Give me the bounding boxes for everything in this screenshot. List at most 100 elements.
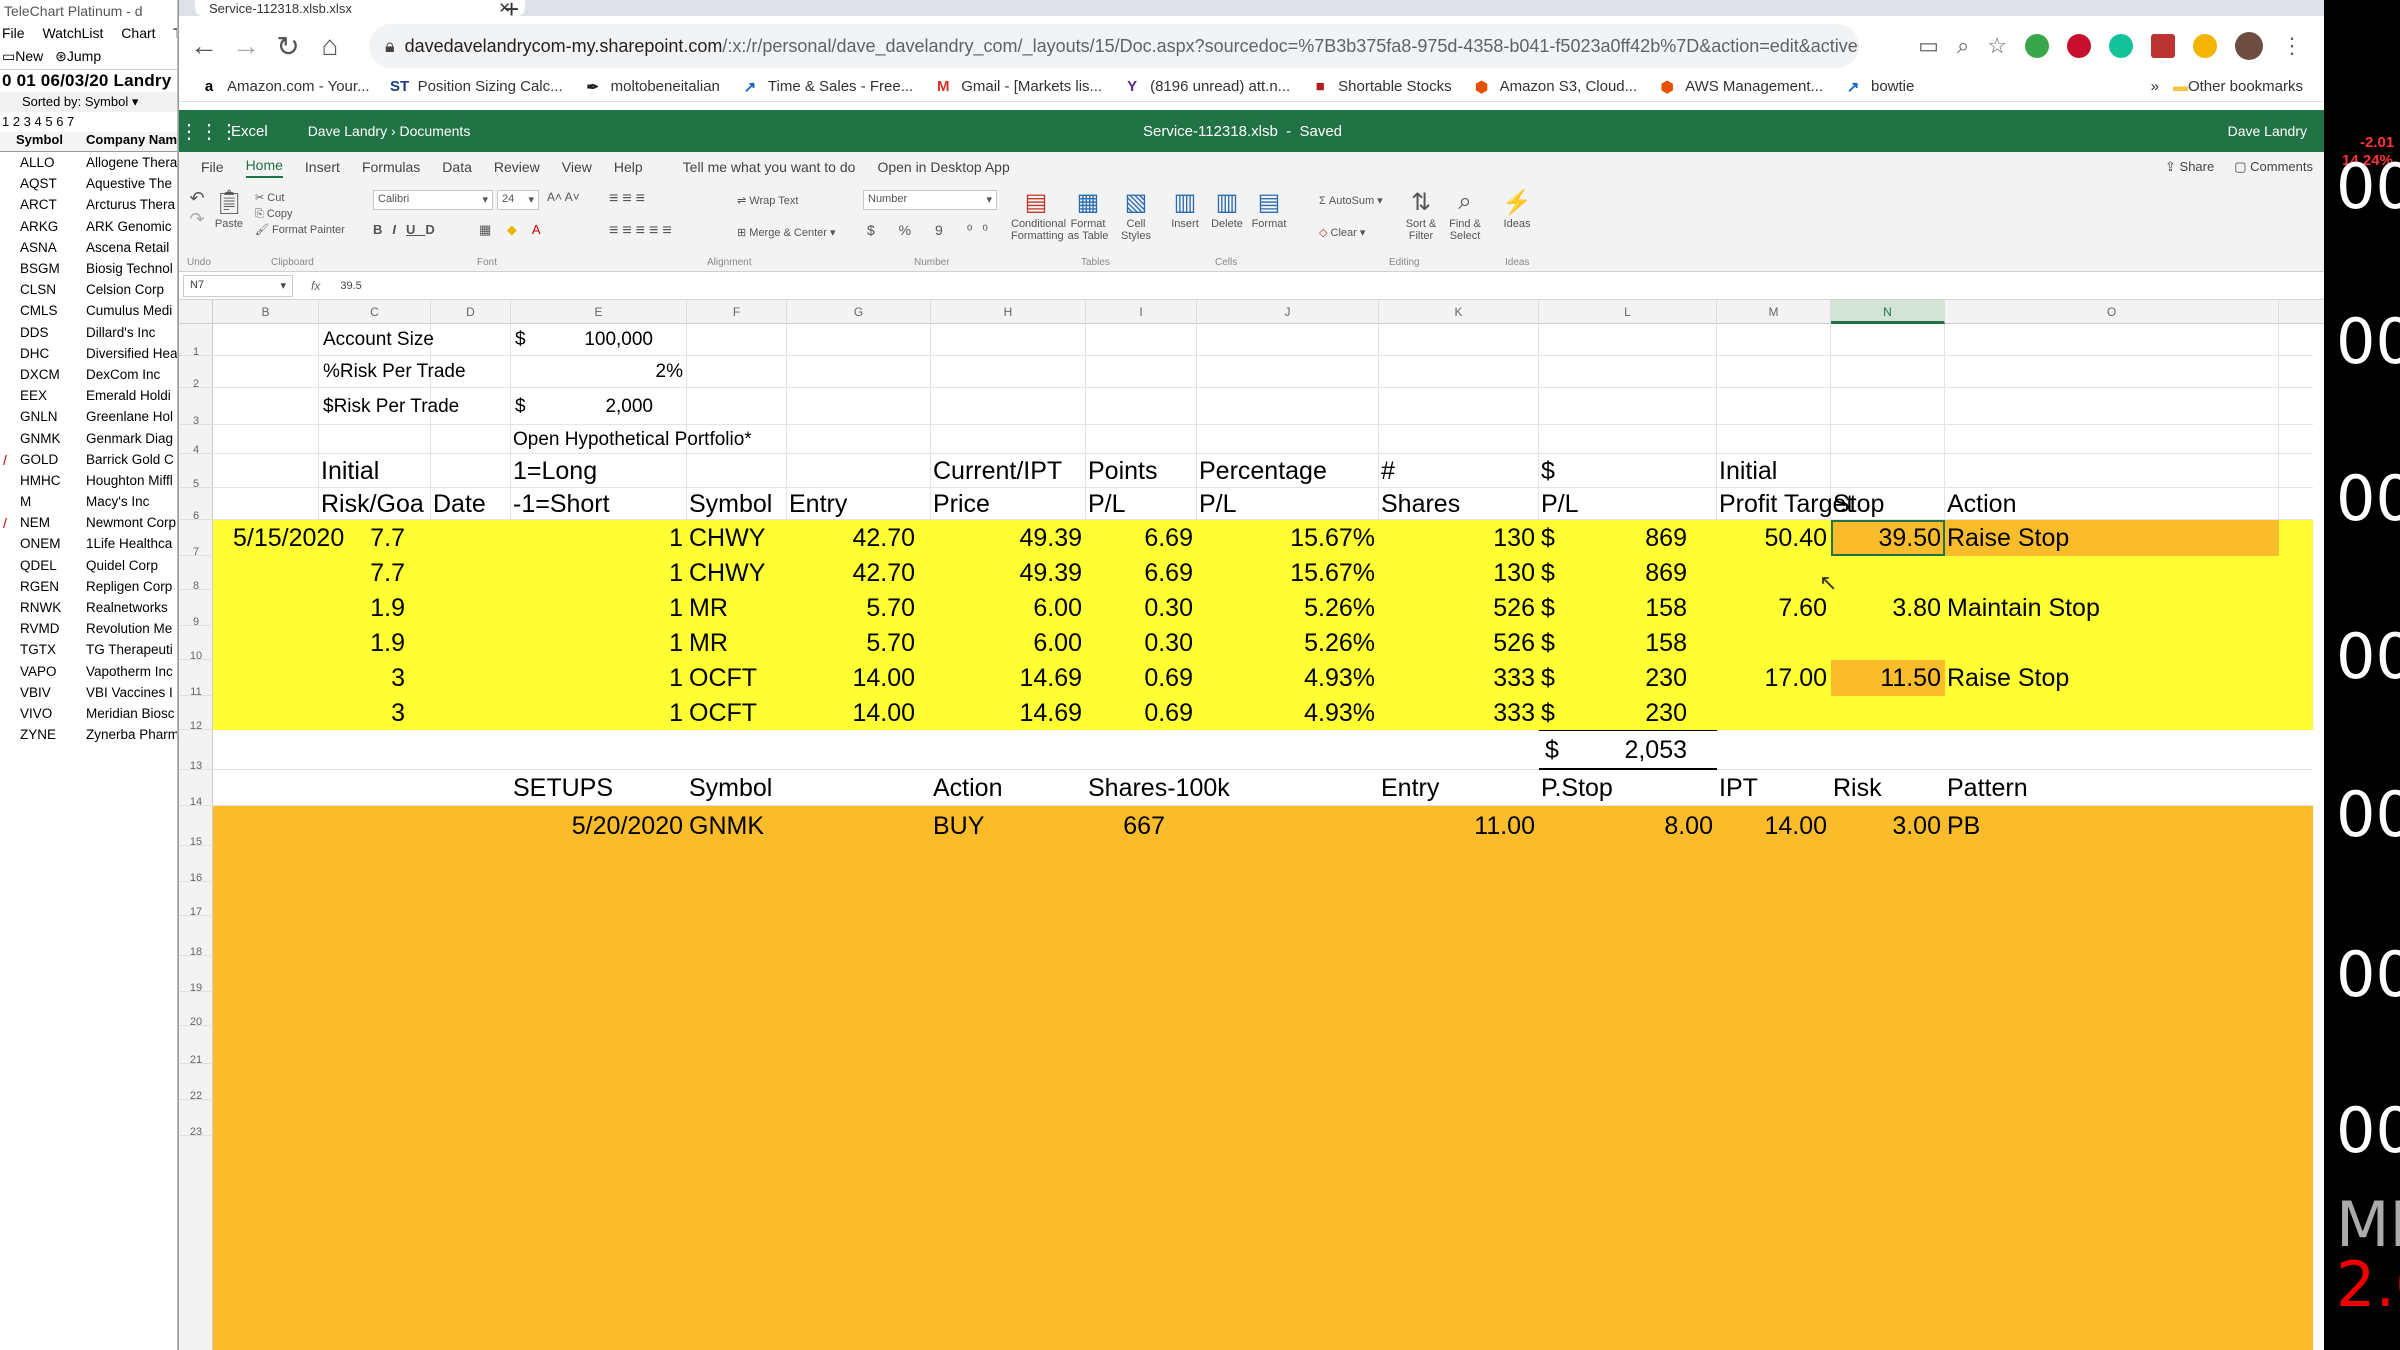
- watchlist-row[interactable]: ARKG ARK Genomic: [0, 216, 177, 237]
- grammarly-extension-icon[interactable]: [2109, 34, 2133, 58]
- position-action[interactable]: Raise Stop: [1947, 520, 2069, 556]
- row-header[interactable]: 4: [179, 425, 213, 456]
- column-header-i[interactable]: I: [1086, 300, 1197, 324]
- column-header-e[interactable]: E: [511, 300, 687, 324]
- position-action[interactable]: Maintain Stop: [1947, 590, 2100, 626]
- setups-header[interactable]: Risk: [1833, 770, 1882, 806]
- watchlist-row[interactable]: GNLN Greenlane Hol: [0, 406, 177, 427]
- header-row5[interactable]: Initial: [321, 454, 379, 488]
- position-symbol[interactable]: OCFT: [689, 660, 757, 696]
- telechart-menu-watchlist[interactable]: WatchList: [42, 25, 103, 41]
- header-row6[interactable]: Entry: [789, 488, 847, 520]
- setup-risk[interactable]: 3.00: [1831, 806, 1941, 846]
- header-row5[interactable]: $: [1541, 454, 1555, 488]
- position-percent[interactable]: 4.93%: [1197, 696, 1375, 730]
- bookmark-item[interactable]: ✒ moltobeneitalian: [583, 78, 720, 96]
- position-direction[interactable]: 1: [511, 696, 683, 730]
- column-header-d[interactable]: D: [431, 300, 511, 324]
- position-price[interactable]: 6.00: [931, 626, 1082, 660]
- position-pl[interactable]: 230: [1539, 660, 1687, 696]
- row-header[interactable]: 5: [179, 454, 213, 490]
- setup-shares[interactable]: 667: [1086, 806, 1165, 846]
- position-pl[interactable]: 158: [1539, 590, 1687, 626]
- watchlist-row[interactable]: M Macy's Inc: [0, 491, 177, 512]
- position-pl[interactable]: 158: [1539, 626, 1687, 660]
- breadcrumb[interactable]: Dave Landry › Documents: [308, 123, 471, 139]
- position-pl[interactable]: 230: [1539, 696, 1687, 730]
- position-percent[interactable]: 4.93%: [1197, 660, 1375, 696]
- watchlist-row[interactable]: DHC Diversified Hea: [0, 343, 177, 364]
- position-price[interactable]: 6.00: [931, 590, 1082, 626]
- position-price[interactable]: 14.69: [931, 660, 1082, 696]
- position-risk[interactable]: 7.7: [319, 556, 405, 590]
- watchlist-row[interactable]: VAPO Vapotherm Inc: [0, 661, 177, 682]
- autosum-button[interactable]: Σ AutoSum ▾: [1319, 194, 1383, 207]
- chevron-right-icon[interactable]: »: [2151, 78, 2159, 95]
- cell-styles-button[interactable]: ▧ Cell Styles: [1115, 188, 1157, 242]
- font-size-grow-icon[interactable]: A˄ A˅: [547, 190, 580, 204]
- number-format-dropdown[interactable]: Number ▾: [863, 190, 997, 210]
- user-name[interactable]: Dave Landry: [2228, 123, 2307, 139]
- position-entry[interactable]: 42.70: [787, 520, 915, 556]
- position-symbol[interactable]: OCFT: [689, 696, 757, 730]
- position-points[interactable]: 0.30: [1086, 590, 1193, 626]
- row-header[interactable]: 7: [179, 520, 213, 558]
- find-select-button[interactable]: ⌕ Find & Select: [1443, 188, 1487, 242]
- header-row6[interactable]: P/L: [1088, 488, 1126, 520]
- watchlist-row[interactable]: ASNA Ascena Retail: [0, 237, 177, 258]
- row-header[interactable]: 22: [179, 1064, 213, 1102]
- watchlist-row[interactable]: ARCT Arcturus Thera: [0, 194, 177, 215]
- position-stop[interactable]: 3.80: [1831, 590, 1941, 626]
- account-size-label[interactable]: Account Size: [323, 324, 434, 356]
- setups-header[interactable]: Pattern: [1947, 770, 2028, 806]
- watchlist-row[interactable]: BSGM Biosig Technol: [0, 258, 177, 279]
- header-row5[interactable]: Current/IPT: [933, 454, 1062, 488]
- position-points[interactable]: 0.69: [1086, 660, 1193, 696]
- border-fill-font-color-icons[interactable]: ▦ ◆ A: [479, 222, 546, 238]
- row-header[interactable]: 14: [179, 770, 213, 808]
- evernote-extension-icon[interactable]: [2025, 34, 2049, 58]
- address-bar[interactable]: 🔒︎ davedavelandrycom-my.sharepoint.com/:…: [369, 24, 1859, 68]
- comments-button[interactable]: ▢ Comments: [2234, 159, 2313, 175]
- position-risk[interactable]: 1.9: [319, 590, 405, 626]
- position-entry[interactable]: 14.00: [787, 660, 915, 696]
- position-risk[interactable]: 1.9: [319, 626, 405, 660]
- document-title[interactable]: Service-112318.xlsb - Saved: [1143, 123, 1342, 140]
- sort-filter-button[interactable]: ⇅ Sort & Filter: [1401, 188, 1441, 242]
- bookmark-item[interactable]: ⬢ AWS Management...: [1657, 78, 1823, 96]
- watchlist-row[interactable]: / NEM Newmont Corp: [0, 512, 177, 533]
- cast-icon[interactable]: ▭: [1918, 33, 1939, 59]
- drive-extension-icon[interactable]: [2193, 34, 2217, 58]
- conditional-formatting-button[interactable]: ▤ Conditional Formatting: [1011, 188, 1066, 242]
- name-box[interactable]: N7 ▾: [183, 274, 293, 297]
- row-header[interactable]: 15: [179, 806, 213, 848]
- cut-button[interactable]: ✂ Cut: [255, 190, 345, 206]
- position-points[interactable]: 0.69: [1086, 696, 1193, 730]
- position-percent[interactable]: 15.67%: [1197, 520, 1375, 556]
- watchlist-row[interactable]: DDS Dillard's Inc: [0, 322, 177, 343]
- zoom-icon[interactable]: ⌕: [1957, 33, 1969, 59]
- setup-action[interactable]: BUY: [933, 806, 984, 846]
- watchlist-row[interactable]: / GOLD Barrick Gold C: [0, 449, 177, 470]
- position-target[interactable]: 17.00: [1717, 660, 1827, 696]
- position-entry[interactable]: 5.70: [787, 590, 915, 626]
- menu-view[interactable]: View: [562, 159, 592, 175]
- setups-header[interactable]: Shares-100k: [1088, 770, 1230, 806]
- header-row6[interactable]: Symbol: [689, 488, 772, 520]
- header-row6[interactable]: -1=Short: [513, 488, 610, 520]
- clear-button[interactable]: ◇ Clear ▾: [1319, 226, 1365, 239]
- watchlist-row[interactable]: CLSN Celsion Corp: [0, 279, 177, 300]
- position-pl[interactable]: 869: [1539, 520, 1687, 556]
- header-row5[interactable]: Initial: [1719, 454, 1777, 488]
- column-header-b[interactable]: B: [213, 300, 319, 324]
- row-header[interactable]: 6: [179, 488, 213, 522]
- paste-button[interactable]: 📋︎ Paste: [209, 188, 249, 230]
- position-percent[interactable]: 15.67%: [1197, 556, 1375, 590]
- format-as-table-button[interactable]: ▦ Format as Table: [1065, 188, 1111, 242]
- setups-header[interactable]: Entry: [1381, 770, 1439, 806]
- undo-icon[interactable]: ↶ ↷: [187, 188, 207, 230]
- risk-percent-value[interactable]: 2%: [511, 356, 683, 388]
- menu-help[interactable]: Help: [614, 159, 643, 175]
- position-direction[interactable]: 1: [511, 520, 683, 556]
- cells-area[interactable]: Account Size $100,000 %Risk Per Trade 2% $Ri…: [213, 324, 2313, 1350]
